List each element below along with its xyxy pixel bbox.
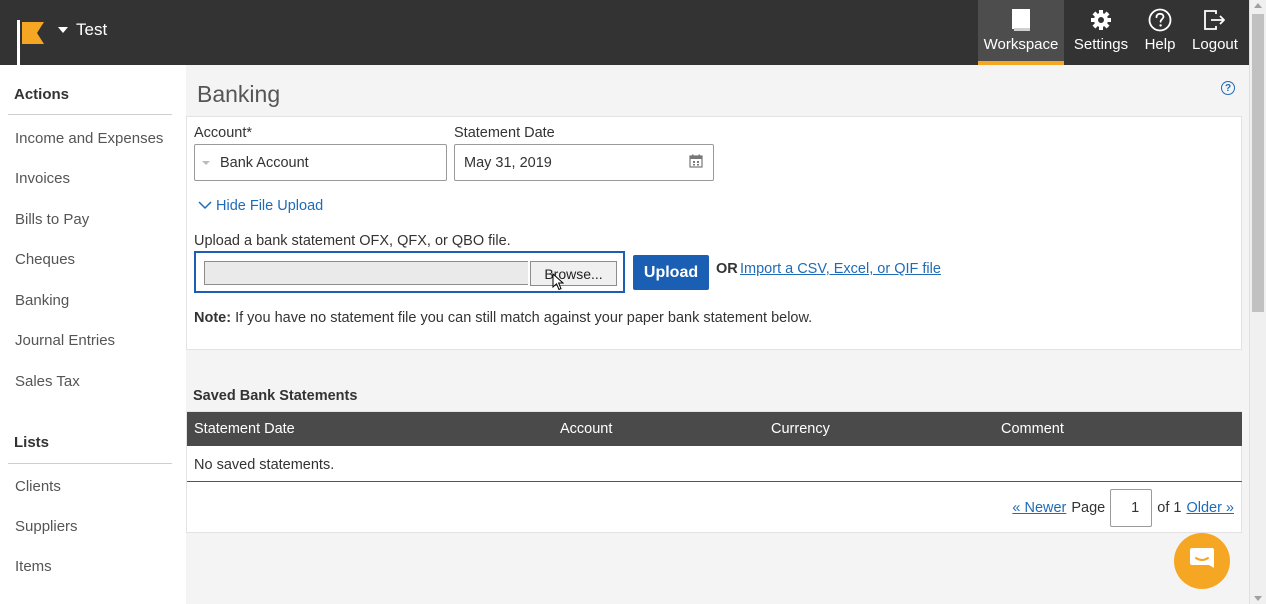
app-logo[interactable] [14,14,44,66]
scroll-up-icon[interactable] [1254,3,1262,8]
divider [8,114,172,115]
organization-switcher[interactable]: Test [58,20,107,40]
empty-table-message: No saved statements. [194,457,335,473]
mouse-cursor-icon [552,272,565,295]
nav-help-label: Help [1144,36,1176,53]
browse-button[interactable]: Browse... [530,261,617,286]
scroll-down-icon[interactable] [1254,596,1262,601]
calendar-icon[interactable] [689,154,703,172]
statement-date-input[interactable] [464,154,664,171]
note-body: If you have no statement file you can st… [231,310,813,326]
note-label: Note: [194,310,232,326]
gear-icon [1090,7,1112,33]
help-icon[interactable]: ? [1221,81,1235,95]
scrollbar-thumb[interactable] [1252,14,1264,312]
nav-settings-label: Settings [1073,36,1129,53]
table-header: Statement Date Account Currency Comment [187,412,1242,446]
sidebar-item-clients[interactable]: Clients [15,478,61,495]
saved-statements-table: Statement Date Account Currency Comment … [186,411,1242,533]
note-text: Note: If you have no statement file you … [194,310,812,326]
divider [8,463,172,464]
statement-date-field[interactable] [454,144,714,181]
sidebar-item-invoices[interactable]: Invoices [15,170,70,187]
or-label: OR [716,261,738,277]
logout-icon [1203,7,1227,33]
page-label: Page [1071,500,1106,516]
nav-help[interactable]: Help [1138,0,1182,65]
sidebar-item-sales-tax[interactable]: Sales Tax [15,373,80,390]
file-path-field[interactable] [204,261,528,285]
account-label: Account* [194,125,253,141]
caret-down-icon [58,27,68,33]
actions-heading: Actions [14,86,70,103]
upload-button[interactable]: Upload [633,255,709,290]
sidebar-item-banking[interactable]: Banking [15,292,69,309]
dropdown-arrow-icon [202,160,210,165]
import-csv-link[interactable]: Import a CSV, Excel, or QIF file [740,261,941,277]
page-title: Banking [197,81,281,107]
column-account[interactable]: Account [560,421,612,437]
upload-hint: Upload a bank statement OFX, QFX, or QBO… [194,233,511,249]
sidebar-item-items[interactable]: Items [15,558,52,575]
sidebar-item-bills[interactable]: Bills to Pay [15,211,89,228]
sidebar-item-suppliers[interactable]: Suppliers [15,518,78,535]
column-currency[interactable]: Currency [771,421,830,437]
sidebar-item-income-expenses[interactable]: Income and Expenses [15,130,163,147]
hide-file-upload-label: Hide File Upload [216,198,324,214]
nav-logout[interactable]: Logout [1182,0,1248,65]
statement-date-label: Statement Date [454,125,555,141]
sidebar-item-journal-entries[interactable]: Journal Entries [15,332,115,349]
book-icon [1011,7,1031,33]
nav-workspace[interactable]: Workspace [978,0,1064,65]
chat-icon [1188,546,1216,576]
older-page-link[interactable]: Older » [1186,500,1234,516]
account-select-value: Bank Account [220,154,309,171]
organization-name: Test [76,20,108,39]
sidebar-item-cheques[interactable]: Cheques [15,251,75,268]
top-bar: Test Workspace Settings Help Logout [0,0,1266,66]
lists-heading: Lists [14,434,50,451]
divider [187,481,1242,482]
nav-workspace-label: Workspace [983,36,1059,53]
pagination: « Newer Page of 1 Older » [1012,489,1234,527]
saved-statements-heading: Saved Bank Statements [193,388,358,404]
hide-file-upload-toggle[interactable]: Hide File Upload [198,198,323,214]
page-number-input[interactable] [1110,489,1153,527]
page-total-label: of 1 [1157,500,1182,516]
nav-logout-label: Logout [1192,36,1238,53]
chat-launcher-button[interactable] [1174,533,1230,589]
vertical-scrollbar[interactable] [1249,0,1266,604]
newer-page-link[interactable]: « Newer [1012,500,1066,516]
nav-settings[interactable]: Settings [1064,0,1138,65]
account-select[interactable]: Bank Account [194,144,447,181]
chevron-down-icon [198,198,212,214]
sidebar: Actions Income and Expenses Invoices Bil… [0,65,186,604]
question-circle-icon [1148,7,1172,33]
column-comment[interactable]: Comment [1001,421,1064,437]
column-statement-date[interactable]: Statement Date [194,421,295,437]
top-nav: Workspace Settings Help Logout [978,0,1248,65]
